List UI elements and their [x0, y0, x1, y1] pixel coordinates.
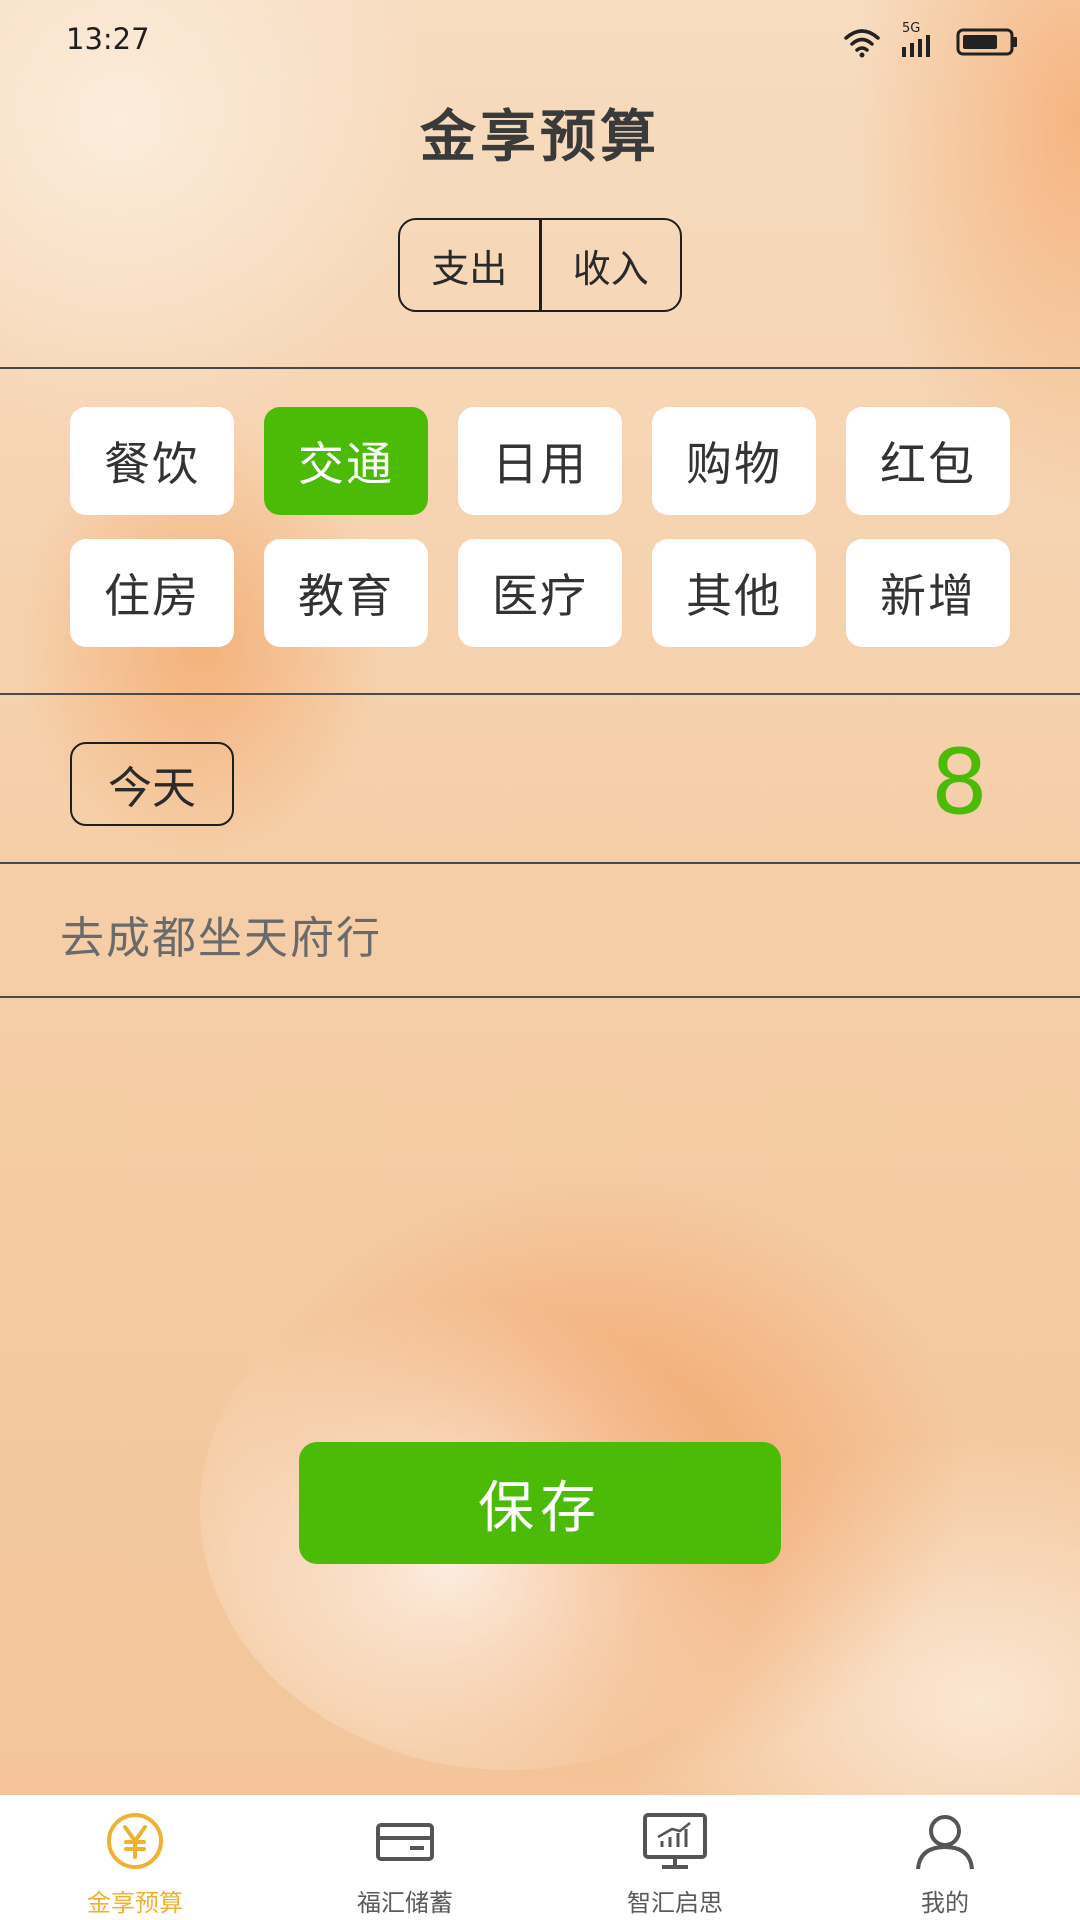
divider	[0, 996, 1080, 998]
yen-circle-icon	[107, 1813, 163, 1869]
status-bar: 13:27 5G	[0, 0, 1080, 80]
toggle-expense[interactable]: 支出	[400, 220, 539, 310]
tab-label: 福汇储蓄	[357, 1889, 453, 1917]
category-grid: 餐饮 交通 日用 购物 红包 住房 教育 医疗 其他 新增	[70, 407, 1012, 647]
category-medical[interactable]: 医疗	[458, 539, 622, 647]
chart-monitor-icon	[643, 1813, 707, 1869]
tab-profile[interactable]: 我的	[810, 1795, 1080, 1920]
category-daily[interactable]: 日用	[458, 407, 622, 515]
signal-icon	[902, 35, 930, 57]
tab-label: 我的	[921, 1889, 969, 1917]
tab-budget[interactable]: 金享预算	[0, 1795, 270, 1920]
status-time: 13:27	[66, 22, 150, 56]
divider	[0, 693, 1080, 695]
user-icon	[916, 1815, 974, 1870]
page-title: 金享预算	[420, 105, 660, 170]
save-button[interactable]: 保存	[299, 1442, 781, 1564]
toggle-income[interactable]: 收入	[538, 220, 681, 310]
divider	[0, 862, 1080, 864]
category-housing[interactable]: 住房	[70, 539, 234, 647]
tab-insights[interactable]: 智汇启思	[540, 1795, 810, 1920]
category-dining[interactable]: 餐饮	[70, 407, 234, 515]
note-input[interactable]: 去成都坐天府行	[60, 902, 382, 966]
status-icons: 5G	[842, 21, 1018, 62]
category-other[interactable]: 其他	[652, 539, 816, 647]
category-add[interactable]: 新增	[846, 539, 1010, 647]
tab-savings[interactable]: 福汇储蓄	[270, 1795, 540, 1920]
tab-label: 金享预算	[87, 1889, 183, 1917]
category-red-envelope[interactable]: 红包	[846, 407, 1010, 515]
category-education[interactable]: 教育	[264, 539, 428, 647]
amount-display[interactable]: 8	[931, 730, 988, 835]
bottom-tab-bar: 金享预算 福汇储蓄 智汇启思 我的	[0, 1795, 1080, 1920]
type-toggle: 支出 收入	[398, 218, 682, 312]
wifi-icon	[844, 29, 880, 58]
category-transport[interactable]: 交通	[264, 407, 428, 515]
category-shopping[interactable]: 购物	[652, 407, 816, 515]
card-icon	[376, 1823, 434, 1861]
divider	[0, 367, 1080, 369]
tab-label: 智汇启思	[627, 1889, 723, 1917]
date-picker-button[interactable]: 今天	[70, 742, 234, 826]
battery-icon	[956, 28, 1017, 56]
signal-indicator: 5G	[900, 21, 938, 59]
